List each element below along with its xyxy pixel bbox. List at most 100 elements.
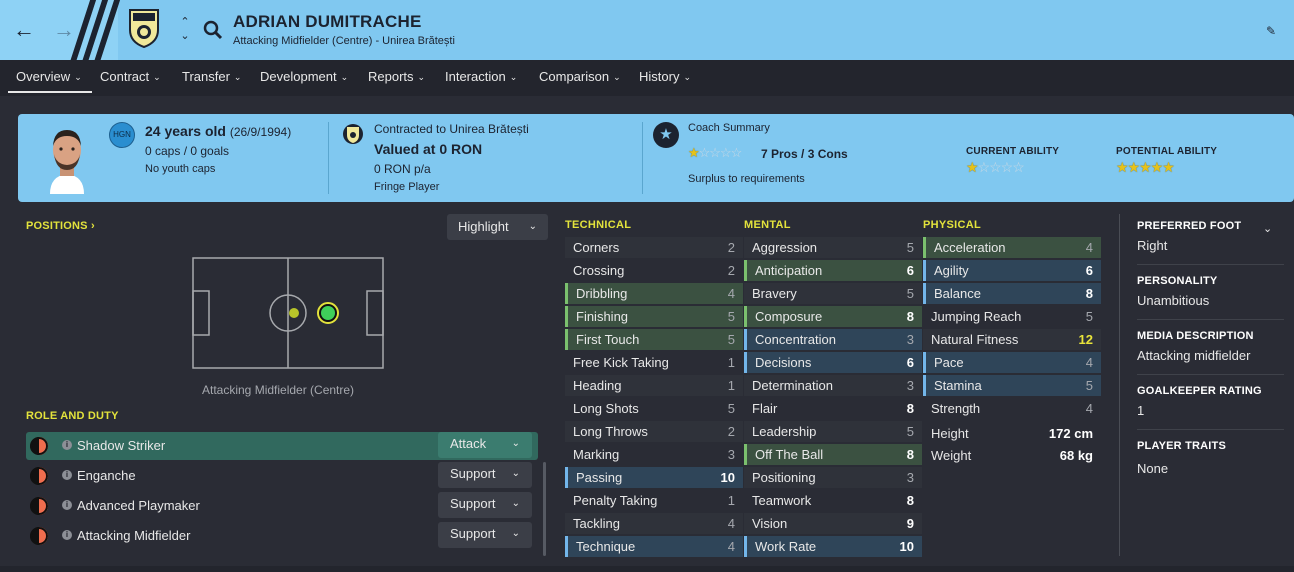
attribute-row[interactable]: Jumping Reach 5 <box>923 306 1101 327</box>
attribute-value: 4 <box>727 286 735 301</box>
attribute-value: 10 <box>720 470 735 485</box>
coach-rating-stars: ★☆☆☆☆ <box>688 145 742 160</box>
player-profile-screen: ← → ⌃ ⌄ ADRIAN DUMITRACHE Attacking Midfi… <box>0 0 1294 572</box>
position-pitch-diagram[interactable] <box>192 257 384 369</box>
attribute-name: Off The Ball <box>755 447 824 462</box>
attribute-row[interactable]: Leadership 5 <box>744 421 922 442</box>
attribute-name: Bravery <box>752 286 797 301</box>
attribute-row[interactable]: Balance 8 <box>923 283 1101 304</box>
attribute-row[interactable]: Stamina 5 <box>923 375 1101 396</box>
attribute-row[interactable]: Flair 8 <box>744 398 922 419</box>
info-icon[interactable]: i <box>62 530 72 540</box>
menu-interaction[interactable]: Interaction ⌄ <box>445 69 517 84</box>
attribute-row[interactable]: Heading 1 <box>565 375 743 396</box>
attribute-row[interactable]: Decisions 6 <box>744 352 922 373</box>
positions-title[interactable]: POSITIONS › <box>26 220 95 232</box>
menu-overview[interactable]: Overview ⌄ <box>16 69 82 84</box>
attribute-name: Positioning <box>752 470 816 485</box>
attribute-value: 8 <box>906 493 914 508</box>
role-row[interactable]: i Advanced Playmaker Support ⌄ <box>26 492 538 520</box>
attribute-row[interactable]: Finishing 5 <box>565 306 743 327</box>
attribute-row[interactable]: Passing 10 <box>565 467 743 488</box>
attribute-row[interactable]: Natural Fitness 12 <box>923 329 1101 350</box>
info-icon[interactable]: i <box>62 440 72 450</box>
contract-status[interactable]: Contracted to Unirea Brătești <box>374 122 529 136</box>
duty-dropdown[interactable]: Support ⌄ <box>438 462 532 488</box>
attribute-name: Leadership <box>752 424 817 439</box>
attribute-name: Stamina <box>934 378 982 393</box>
attribute-name: Long Throws <box>573 424 648 439</box>
coach-note: Surplus to requirements <box>688 173 805 185</box>
info-icon[interactable]: i <box>62 500 72 510</box>
role-row[interactable]: i Enganche Support ⌄ <box>26 462 538 490</box>
chevron-down-icon[interactable]: ⌄ <box>1263 222 1272 235</box>
club-badge-icon[interactable] <box>342 122 364 146</box>
duty-dropdown[interactable]: Support ⌄ <box>438 492 532 518</box>
attribute-value: 10 <box>899 539 914 554</box>
highlight-dropdown[interactable]: Highlight ⌄ <box>447 214 548 240</box>
attribute-row[interactable]: Positioning 3 <box>744 467 922 488</box>
header-stripes <box>67 0 130 60</box>
roles-scrollbar[interactable] <box>543 462 546 556</box>
player-avatar <box>50 130 84 194</box>
attribute-row[interactable]: Determination 3 <box>744 375 922 396</box>
role-name: Shadow Striker <box>77 438 166 453</box>
attribute-row[interactable]: Off The Ball 8 <box>744 444 922 465</box>
attribute-row[interactable]: Work Rate 10 <box>744 536 922 557</box>
attribute-row[interactable]: First Touch 5 <box>565 329 743 350</box>
attribute-row[interactable]: Vision 9 <box>744 513 922 534</box>
nationality-flag[interactable]: HGN <box>109 122 135 148</box>
attribute-row[interactable]: Tackling 4 <box>565 513 743 534</box>
attribute-row[interactable]: Long Shots 5 <box>565 398 743 419</box>
menu-development[interactable]: Development ⌄ <box>260 69 348 84</box>
attribute-row[interactable]: Anticipation 6 <box>744 260 922 281</box>
attribute-row[interactable]: Free Kick Taking 1 <box>565 352 743 373</box>
attribute-row[interactable]: Concentration 3 <box>744 329 922 350</box>
back-arrow-icon[interactable]: ← <box>12 18 36 42</box>
attribute-row[interactable]: Strength 4 <box>923 398 1101 419</box>
info-icon[interactable]: i <box>62 470 72 480</box>
menu-transfer[interactable]: Transfer ⌄ <box>182 69 241 84</box>
attribute-row[interactable]: Acceleration 4 <box>923 237 1101 258</box>
attribute-value: 2 <box>727 424 735 439</box>
role-row[interactable]: i Shadow Striker Attack ⌄ <box>26 432 538 460</box>
attribute-value: 4 <box>727 539 735 554</box>
mental-title: MENTAL <box>744 219 791 231</box>
potential-ability-label: POTENTIAL ABILITY <box>1116 146 1218 157</box>
menu-history[interactable]: History ⌄ <box>639 69 691 84</box>
attribute-value: 1 <box>727 493 735 508</box>
menu-reports[interactable]: Reports ⌄ <box>368 69 425 84</box>
attribute-row[interactable]: Teamwork 8 <box>744 490 922 511</box>
menu-contract[interactable]: Contract ⌄ <box>100 69 161 84</box>
attribute-value: 3 <box>906 470 914 485</box>
attribute-name: Concentration <box>755 332 836 347</box>
current-ability-label: CURRENT ABILITY <box>966 146 1060 157</box>
attribute-row[interactable]: Agility 6 <box>923 260 1101 281</box>
attribute-row[interactable]: Technique 4 <box>565 536 743 557</box>
role-row[interactable]: i Attacking Midfielder Support ⌄ <box>26 522 538 550</box>
forward-arrow-icon[interactable]: → <box>52 18 76 42</box>
attribute-row[interactable]: Pace 4 <box>923 352 1101 373</box>
attribute-row[interactable]: Long Throws 2 <box>565 421 743 442</box>
menu-comparison[interactable]: Comparison ⌄ <box>539 69 621 84</box>
attribute-row[interactable]: Marking 3 <box>565 444 743 465</box>
attribute-row[interactable]: Aggression 5 <box>744 237 922 258</box>
search-icon[interactable] <box>203 20 223 40</box>
edit-pen-icon[interactable]: ✎ <box>1266 24 1280 38</box>
duty-dropdown[interactable]: Support ⌄ <box>438 522 532 548</box>
attribute-row[interactable]: Corners 2 <box>565 237 743 258</box>
player-switch-arrows[interactable]: ⌃ ⌄ <box>178 15 192 45</box>
attribute-row[interactable]: Dribbling 4 <box>565 283 743 304</box>
attribute-row[interactable]: Penalty Taking 1 <box>565 490 743 511</box>
player-traits-title: PLAYER TRAITS <box>1137 440 1226 452</box>
duty-dropdown[interactable]: Attack ⌄ <box>438 432 532 458</box>
attribute-row[interactable]: Composure 8 <box>744 306 922 327</box>
attribute-name: Teamwork <box>752 493 812 508</box>
attribute-name: Determination <box>752 378 833 393</box>
attribute-value: 4 <box>1085 401 1093 416</box>
attribute-row[interactable]: Bravery 5 <box>744 283 922 304</box>
pros-cons[interactable]: 7 Pros / 3 Cons <box>761 147 848 161</box>
height-label: Height <box>931 426 969 441</box>
attribute-row[interactable]: Crossing 2 <box>565 260 743 281</box>
profile-menu-bar: Overview ⌄ Contract ⌄ Transfer ⌄ Developmen… <box>0 60 1294 96</box>
